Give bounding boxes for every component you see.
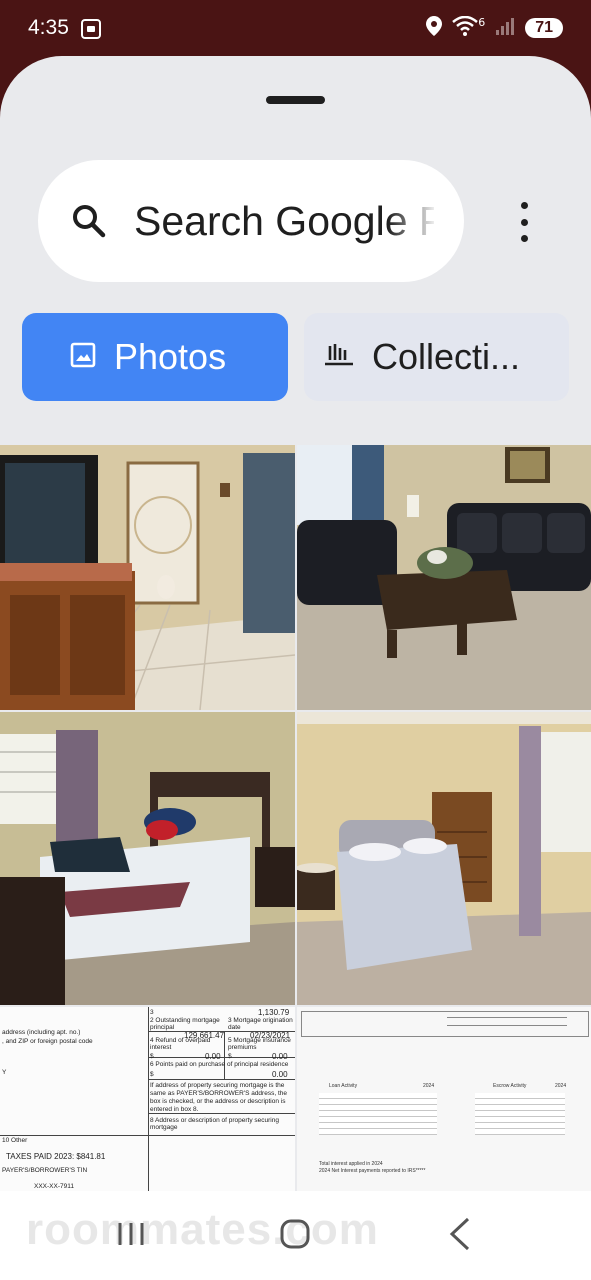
- tab-photos-label: Photos: [114, 336, 227, 377]
- statement-escrow-year: 2024: [555, 1083, 567, 1089]
- location-icon: [426, 16, 443, 40]
- form-box5-value: 0.00: [272, 1052, 288, 1061]
- form-box4-label: 4 Refund of overpaid interest: [150, 1037, 211, 1051]
- form-tin-label: PAYER'S/BORROWER'S TIN: [2, 1167, 88, 1174]
- statement-footer-2: 2024 Net Interest payments reported to I…: [319, 1168, 426, 1174]
- photo-living-room-sofa: [297, 445, 591, 710]
- tab-collections-label: Collecti...: [372, 336, 521, 377]
- photo-living-room-door: [0, 445, 295, 710]
- photo-bedroom-dresser: [297, 712, 591, 1005]
- form-box10-label: 10 Other: [2, 1137, 28, 1144]
- collections-icon: [324, 342, 354, 372]
- photo-tile-living-room-door[interactable]: [0, 445, 295, 710]
- status-bar: 4:35 6 71: [0, 0, 591, 58]
- form-box3-label: 3: [150, 1009, 154, 1016]
- more-dot: [520, 202, 528, 209]
- form-box2-label: 2 Outstanding mortgage principal: [150, 1017, 220, 1031]
- back-button[interactable]: [448, 1217, 472, 1255]
- status-time: 4:35: [28, 16, 69, 39]
- statement-loan-activity: Loan Activity: [329, 1083, 358, 1089]
- form-box4-value: 0.00: [205, 1052, 221, 1061]
- photo-tile-living-room-sofa[interactable]: [297, 445, 591, 710]
- form-taxes-paid: TAXES PAID 2023: $841.81: [6, 1152, 106, 1161]
- statement-footer-1: Total interest applied in 2024: [319, 1161, 383, 1167]
- battery-indicator: 71: [525, 18, 563, 38]
- tab-collections[interactable]: Collecti...: [304, 313, 569, 401]
- statement-loan-year: 2024: [423, 1083, 435, 1089]
- form-tin-value: XXX-XX-7911: [34, 1183, 74, 1190]
- photo-tile-escrow-statement[interactable]: Loan Activity 2024 Escrow Activity 2024 …: [297, 1007, 591, 1205]
- photo-grid: address (including apt. no.) , and ZIP o…: [0, 445, 591, 1205]
- more-dot: [520, 235, 528, 242]
- form-box5-dollar: $: [228, 1053, 232, 1060]
- more-dot: [520, 218, 528, 226]
- form-box6-dollar: $: [150, 1071, 154, 1078]
- photo-tile-bedroom-window[interactable]: [0, 712, 295, 1005]
- tab-photos[interactable]: Photos: [22, 313, 288, 401]
- screen-record-icon: [80, 18, 102, 44]
- form-amount-top: 1,130.79: [258, 1008, 290, 1017]
- search-fade: [388, 190, 438, 252]
- form-address-label: address (including apt. no.): [2, 1029, 81, 1036]
- form-zip-label: , and ZIP or foreign postal code: [2, 1038, 93, 1045]
- form-y-label: Y: [2, 1069, 7, 1076]
- form-box6-label: 6 Points paid on purchase of principal r…: [150, 1061, 289, 1068]
- photo-escrow-statement: Loan Activity 2024 Escrow Activity 2024 …: [297, 1007, 591, 1205]
- form-box8-label: 8 Address or description of property sec…: [150, 1117, 279, 1131]
- form-box3b-label: 3 Mortgage origination date: [228, 1017, 293, 1031]
- cell-signal-icon: [495, 16, 515, 40]
- search-bar[interactable]: [38, 160, 464, 282]
- drag-handle[interactable]: [266, 96, 325, 104]
- form-box5-label: 5 Mortgage insurance premiums: [228, 1037, 291, 1051]
- navigation-bar: roommates.com: [0, 1191, 591, 1280]
- home-button[interactable]: [280, 1219, 310, 1253]
- signal-label: 6: [478, 15, 486, 29]
- statement-escrow-activity: Escrow Activity: [493, 1083, 527, 1089]
- watermark: roommates.com: [26, 1205, 379, 1254]
- photo-picker-sheet: Photos Collecti...: [0, 56, 591, 1280]
- photo-tile-bedroom-dresser[interactable]: [297, 712, 591, 1005]
- search-icon: [72, 204, 106, 242]
- wifi-icon: [452, 15, 479, 40]
- form-box4-dollar: $: [150, 1053, 154, 1060]
- image-icon: [70, 342, 96, 372]
- photo-bedroom-window: [0, 712, 295, 1005]
- form-box6-value: 0.00: [272, 1070, 288, 1079]
- photo-mortgage-form: address (including apt. no.) , and ZIP o…: [0, 1007, 295, 1205]
- more-options-button[interactable]: [510, 202, 538, 242]
- form-box7-text: If address of property securing mortgage…: [150, 1082, 287, 1113]
- recent-apps-button[interactable]: [116, 1219, 146, 1253]
- photo-tile-mortgage-form[interactable]: address (including apt. no.) , and ZIP o…: [0, 1007, 295, 1205]
